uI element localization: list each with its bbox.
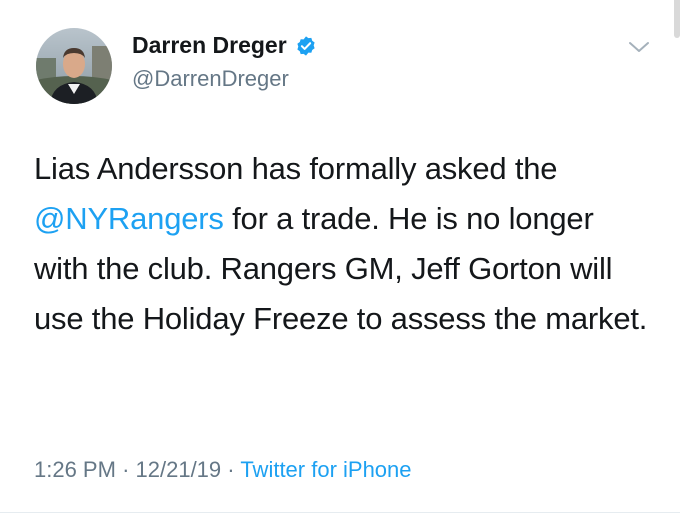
avatar[interactable] — [36, 28, 112, 104]
author-display-name[interactable]: Darren Dreger — [132, 32, 287, 59]
divider — [0, 512, 680, 513]
tweet-card: Darren Dreger @DarrenDreger Lias Anderss… — [0, 0, 680, 515]
tweet-meta: 1:26 PM · 12/21/19 · Twitter for iPhone — [34, 457, 412, 483]
meta-separator: · — [122, 457, 130, 482]
author-name-row[interactable]: Darren Dreger — [132, 32, 317, 59]
tweet-body: Lias Andersson has formally asked the @N… — [34, 144, 654, 344]
author-handle[interactable]: @DarrenDreger — [132, 66, 289, 92]
tweet-menu-button[interactable] — [622, 34, 656, 60]
mention-link[interactable]: @NYRangers — [34, 201, 224, 236]
verified-badge-icon — [295, 35, 317, 57]
chevron-down-icon — [629, 42, 649, 52]
tweet-date[interactable]: 12/21/19 — [136, 457, 222, 482]
avatar-image — [36, 28, 112, 104]
tweet-time[interactable]: 1:26 PM — [34, 457, 116, 482]
meta-separator: · — [227, 457, 235, 482]
tweet-source-link[interactable]: Twitter for iPhone — [240, 457, 411, 482]
tweet-text-part: Lias Andersson has formally asked the — [34, 151, 558, 186]
